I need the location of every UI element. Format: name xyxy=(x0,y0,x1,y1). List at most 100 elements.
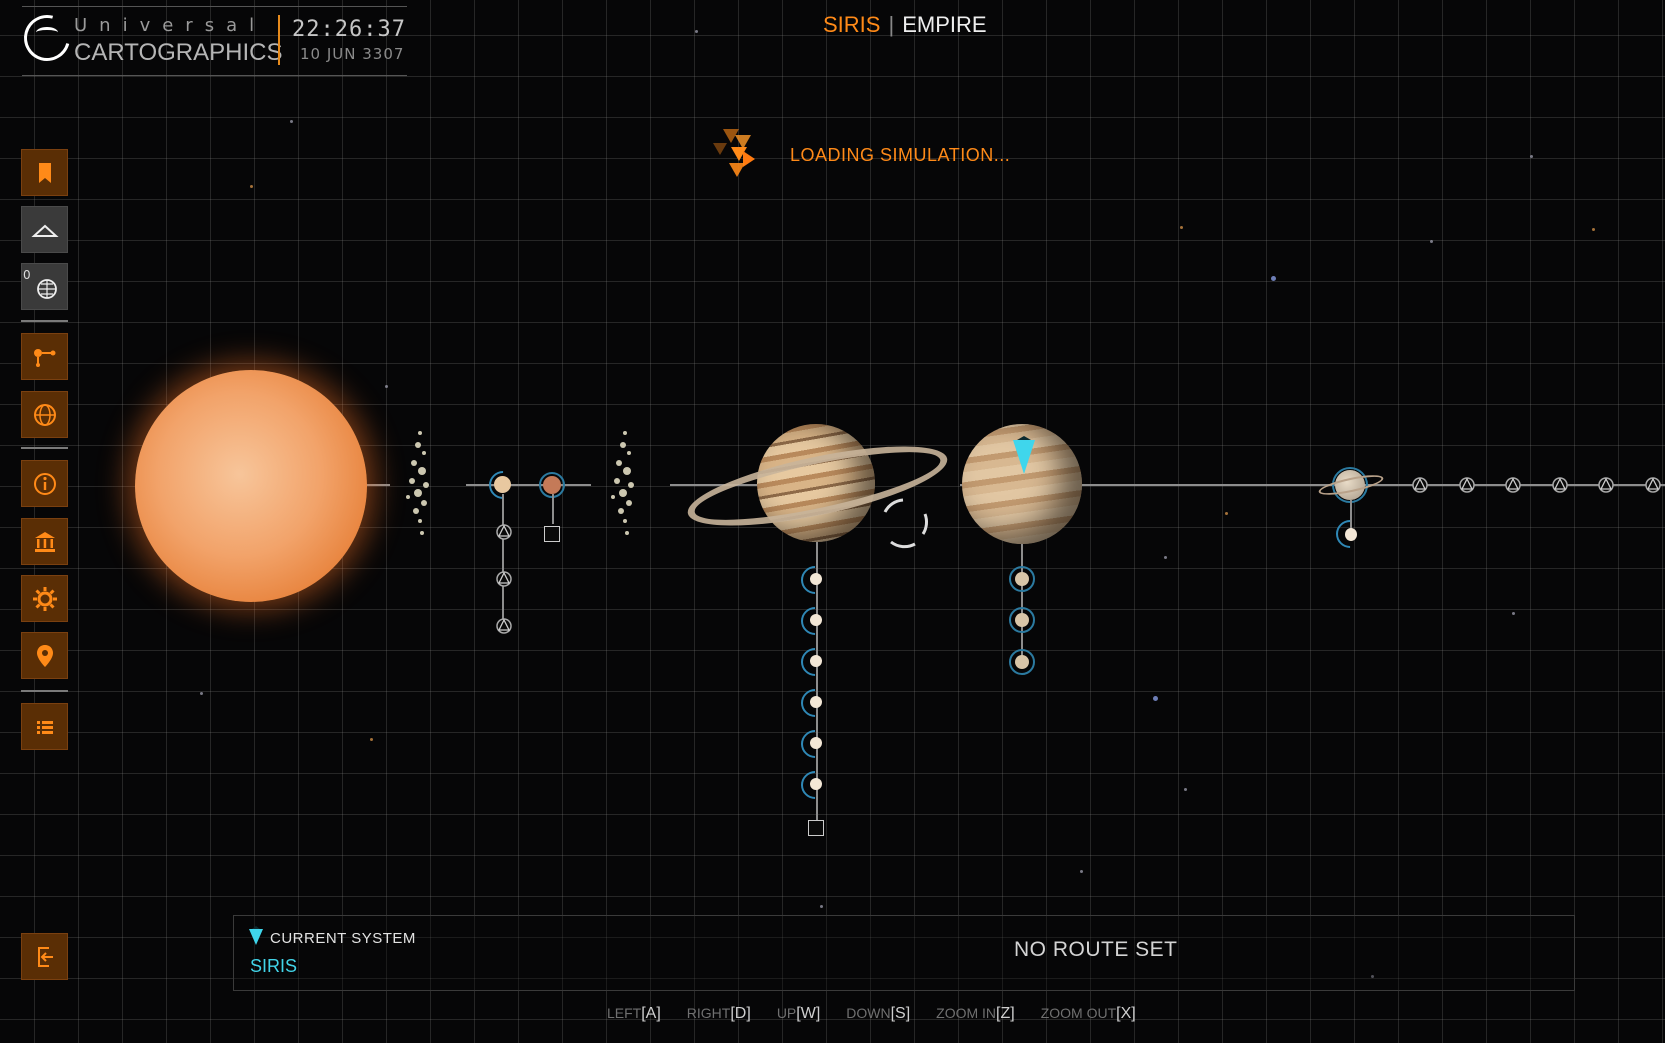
current-system-label: CURRENT SYSTEM xyxy=(270,930,416,947)
list-icon xyxy=(36,720,53,734)
sidebar-list-button[interactable] xyxy=(21,703,68,750)
ship-view-icon xyxy=(30,224,59,237)
nav-beacon-icon[interactable] xyxy=(494,569,514,589)
nav-beacon-icon[interactable] xyxy=(1596,475,1616,495)
exit-button[interactable] xyxy=(21,933,68,980)
star xyxy=(250,185,253,188)
control-hint-right: RIGHT[D] xyxy=(687,1005,751,1023)
nav-beacon-icon[interactable] xyxy=(1643,475,1663,495)
current-system-marker-icon xyxy=(249,926,263,945)
control-key: [Z] xyxy=(996,1005,1015,1022)
star xyxy=(1530,155,1533,158)
control-hint-zoom-in: ZOOM IN[Z] xyxy=(936,1005,1015,1023)
star xyxy=(820,905,823,908)
star xyxy=(200,692,203,695)
control-label: ZOOM OUT xyxy=(1040,1005,1117,1021)
nav-beacon-icon[interactable] xyxy=(494,522,514,542)
star xyxy=(1164,556,1167,559)
asteroid-belt-1[interactable] xyxy=(400,423,440,543)
exit-icon xyxy=(37,946,53,967)
current-location-marker-icon xyxy=(1013,436,1035,474)
title-separator: | xyxy=(888,12,895,37)
sidebar-location-button[interactable] xyxy=(21,632,68,679)
orbit-line xyxy=(365,484,390,486)
keyboard-controls-hint: LEFT[A] RIGHT[D] UP[W] DOWN[S] ZOOM IN[Z… xyxy=(607,1005,1136,1023)
nav-beacon-icon[interactable] xyxy=(494,616,514,636)
system-allegiance: EMPIRE xyxy=(902,12,987,37)
moon[interactable] xyxy=(810,737,822,749)
sidebar-divider xyxy=(21,690,68,692)
moon-link-line xyxy=(502,494,504,620)
control-label: UP xyxy=(776,1005,797,1021)
control-hint-up: UP[W] xyxy=(777,1005,820,1023)
star xyxy=(1080,870,1083,873)
moon[interactable] xyxy=(1015,613,1029,627)
station-icon[interactable] xyxy=(544,526,560,542)
star xyxy=(1430,240,1433,243)
star xyxy=(1592,228,1595,231)
nav-beacon-icon[interactable] xyxy=(1503,475,1523,495)
gear-icon xyxy=(32,586,57,611)
star xyxy=(1184,788,1187,791)
star xyxy=(290,120,293,123)
sidebar-settings-button[interactable] xyxy=(21,575,68,622)
control-key: [W] xyxy=(796,1005,821,1022)
sidebar-orrery-view-button[interactable] xyxy=(21,206,68,253)
bookmark-icon xyxy=(38,162,51,183)
current-system-name[interactable]: SIRIS xyxy=(250,956,297,977)
brand-title-top: Universal xyxy=(74,15,267,36)
moon[interactable] xyxy=(810,614,822,626)
nav-beacon-icon[interactable] xyxy=(1550,475,1570,495)
moon[interactable] xyxy=(1015,572,1029,586)
globe-grid-icon xyxy=(36,278,57,299)
brand-divider xyxy=(278,15,280,65)
moon[interactable] xyxy=(810,655,822,667)
control-key: [S] xyxy=(890,1005,911,1022)
brand-header: Universal CARTOGRAPHICS 22:26:37 10 JUN … xyxy=(15,6,407,76)
game-date: 10 JUN 3307 xyxy=(300,45,405,63)
star xyxy=(1225,512,1228,515)
sidebar-faction-button[interactable] xyxy=(21,518,68,565)
system-name: SIRIS xyxy=(823,12,881,37)
sidebar-divider xyxy=(21,447,68,449)
star xyxy=(695,30,698,33)
control-hint-down: DOWN[S] xyxy=(846,1005,910,1023)
sidebar-galaxy-map-button[interactable] xyxy=(21,391,68,438)
star xyxy=(385,385,388,388)
sidebar-route-button[interactable] xyxy=(21,333,68,380)
bank-icon xyxy=(34,531,55,552)
sidebar-divider xyxy=(21,320,68,322)
station-icon[interactable] xyxy=(808,820,824,836)
sidebar-info-button[interactable] xyxy=(21,460,68,507)
star xyxy=(1512,612,1515,615)
sidebar-bookmark-button[interactable] xyxy=(21,149,68,196)
loading-status: LOADING SIMULATION... xyxy=(790,145,1011,165)
moon[interactable] xyxy=(810,573,822,585)
star-siris[interactable] xyxy=(135,370,367,602)
control-key: [D] xyxy=(730,1005,751,1022)
nav-beacon-icon[interactable] xyxy=(1410,475,1430,495)
game-clock: 22:26:37 xyxy=(292,17,406,42)
moon[interactable] xyxy=(810,778,822,790)
route-status: NO ROUTE SET xyxy=(1014,938,1178,961)
control-hint-left: LEFT[A] xyxy=(607,1005,661,1023)
control-key: [X] xyxy=(1116,1005,1136,1022)
system-title: SIRIS | EMPIRE xyxy=(823,12,987,38)
planet-1[interactable] xyxy=(494,476,511,493)
star xyxy=(1153,696,1158,701)
asteroid-belt-2[interactable] xyxy=(605,423,645,543)
moon[interactable] xyxy=(1345,528,1357,541)
control-key: [A] xyxy=(641,1005,661,1022)
route-info-panel: CURRENT SYSTEM SIRIS NO ROUTE SET xyxy=(233,915,1575,991)
moon[interactable] xyxy=(1015,655,1029,669)
control-label: RIGHT xyxy=(686,1005,731,1021)
moon[interactable] xyxy=(810,696,822,708)
surface-scan-count-badge: 0 xyxy=(23,268,31,282)
star xyxy=(1271,276,1276,281)
planet-2[interactable] xyxy=(543,476,561,494)
control-label: DOWN xyxy=(846,1005,891,1021)
star xyxy=(1180,226,1183,229)
moon-link-line xyxy=(1021,544,1023,664)
nav-beacon-icon[interactable] xyxy=(1457,475,1477,495)
control-hint-zoom-out: ZOOM OUT[X] xyxy=(1041,1005,1136,1023)
